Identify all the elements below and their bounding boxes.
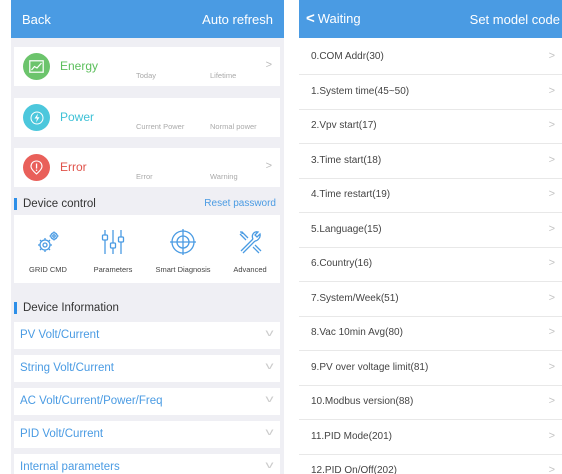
accordion-label: PID Volt/Current [20,428,104,440]
list-item-label: 2.Vpv start(17) [311,120,377,131]
device-information-heading: Device Information [14,302,119,314]
chevron-down-icon: v [265,427,274,438]
current-power-label: Current Power [136,122,185,131]
device-control-heading: Device control [14,198,96,210]
list-item[interactable]: 1.System time(45~50) > [299,75,562,110]
list-item[interactable]: 5.Language(15) > [299,213,562,248]
chart-icon [23,53,50,80]
chevron-right-icon: > [548,154,555,166]
set-model-code-button[interactable]: Set model code [470,12,560,27]
list-item-label: 12.PID On/Off(202) [311,465,397,474]
energy-lifetime-label: Lifetime [210,71,237,80]
accordion-string-volt-current[interactable]: String Volt/Current v [14,355,280,382]
error-title: Error [60,160,87,174]
accordion-label: PV Volt/Current [20,329,100,341]
list-item[interactable]: 3.Time start(18) > [299,144,562,179]
chevron-right-icon: > [548,50,555,62]
chevron-right-icon: > [265,160,272,172]
energy-title: Energy [60,59,99,73]
lightning-icon [23,104,50,131]
list-item-label: 7.System/Week(51) [311,293,399,304]
list-item-label: 11.PID Mode(201) [311,431,392,442]
chevron-right-icon: > [548,395,555,407]
list-item-label: 9.PV over voltage limit(81) [311,362,429,373]
device-control-tools: GRID CMD Parameters Smart Diagnosis Adva… [14,215,280,283]
advanced-button[interactable]: Advanced [218,215,282,283]
chevron-down-icon: v [265,328,274,339]
list-item[interactable]: 12.PID On/Off(202) > [299,454,562,474]
chevron-right-icon: > [548,119,555,131]
chevron-down-icon: v [265,361,274,372]
chevron-right-icon: > [548,464,555,474]
chevron-right-icon: > [548,188,555,200]
chevron-right-icon: > [548,326,555,338]
waiting-back-button[interactable]: < Waiting [306,11,361,26]
accordion-label: String Volt/Current [20,362,114,374]
chevron-right-icon: > [265,59,272,71]
list-item[interactable]: 10.Modbus version(88) > [299,385,562,420]
list-item[interactable]: 4.Time restart(19) > [299,178,562,213]
accordion-internal-parameters[interactable]: Internal parameters v [14,454,280,474]
energy-today-label: Today [136,71,157,80]
list-item-label: 1.System time(45~50) [311,86,410,97]
list-item[interactable]: 6.Country(16) > [299,247,562,282]
chevron-right-icon: > [548,430,555,442]
list-item[interactable]: 2.Vpv start(17) > [299,109,562,144]
model-code-panel: < Waiting Set model code 0.COM Addr(30) >… [299,0,562,474]
list-item[interactable]: 11.PID Mode(201) > [299,420,562,455]
chevron-right-icon: > [548,223,555,235]
list-item-label: 3.Time start(18) [311,155,382,166]
chevron-down-icon: v [265,460,274,471]
accordion-label: AC Volt/Current/Power/Freq [20,395,163,407]
list-item-label: 4.Time restart(19) [311,189,391,200]
crosshair-icon [170,229,196,255]
list-item-label: 6.Country(16) [311,258,373,269]
reset-password-link[interactable]: Reset password [204,198,276,209]
list-item[interactable]: 8.Vac 10min Avg(80) > [299,316,562,351]
chevron-right-icon: > [548,257,555,269]
smart-diagnosis-label: Smart Diagnosis [155,265,211,274]
energy-card[interactable]: Energy Today Lifetime > [14,47,280,86]
sliders-icon [101,230,125,254]
parameters-label: Parameters [93,265,133,274]
power-title: Power [60,110,95,124]
back-button[interactable]: Back [22,12,51,27]
accordion-pid-volt-current[interactable]: PID Volt/Current v [14,421,280,448]
error-icon [23,154,50,181]
list-item-label: 0.COM Addr(30) [311,51,384,62]
accordion-pv-volt-current[interactable]: PV Volt/Current v [14,322,280,349]
list-item-label: 10.Modbus version(88) [311,396,414,407]
auto-refresh-button[interactable]: Auto refresh [202,12,273,27]
list-item[interactable]: 0.COM Addr(30) > [299,40,562,75]
parameters-button[interactable]: Parameters [81,215,145,283]
chevron-down-icon: v [265,394,274,405]
grid-cmd-button[interactable]: GRID CMD [16,215,80,283]
chevron-left-icon: < [306,10,315,27]
top-bar: < Waiting Set model code [299,0,562,38]
wrench-icon [239,231,262,254]
list-item[interactable]: 7.System/Week(51) > [299,282,562,317]
accordion-ac-volt-current-power-freq[interactable]: AC Volt/Current/Power/Freq v [14,388,280,415]
list-item[interactable]: 9.PV over voltage limit(81) > [299,351,562,386]
list-item-label: 8.Vac 10min Avg(80) [311,327,403,338]
top-bar: Back Auto refresh [11,0,284,38]
smart-diagnosis-button[interactable]: Smart Diagnosis [151,215,215,283]
chevron-right-icon: > [548,292,555,304]
list-item-label: 5.Language(15) [311,224,382,235]
grid-cmd-label: GRID CMD [29,265,67,274]
waiting-label: Waiting [317,11,361,26]
error-label: Error [136,172,153,181]
power-card[interactable]: Power Current Power Normal power [14,98,280,137]
chevron-right-icon: > [548,85,555,97]
normal-power-label: Normal power [210,122,257,131]
advanced-label: Advanced [233,265,267,274]
gears-icon [38,231,59,252]
inverter-panel: Back Auto refresh Energy Today Lifetime … [11,0,284,474]
chevron-right-icon: > [548,361,555,373]
error-card[interactable]: Error Error Warning > [14,148,280,187]
accordion-label: Internal parameters [20,461,120,473]
warning-label: Warning [210,172,238,181]
